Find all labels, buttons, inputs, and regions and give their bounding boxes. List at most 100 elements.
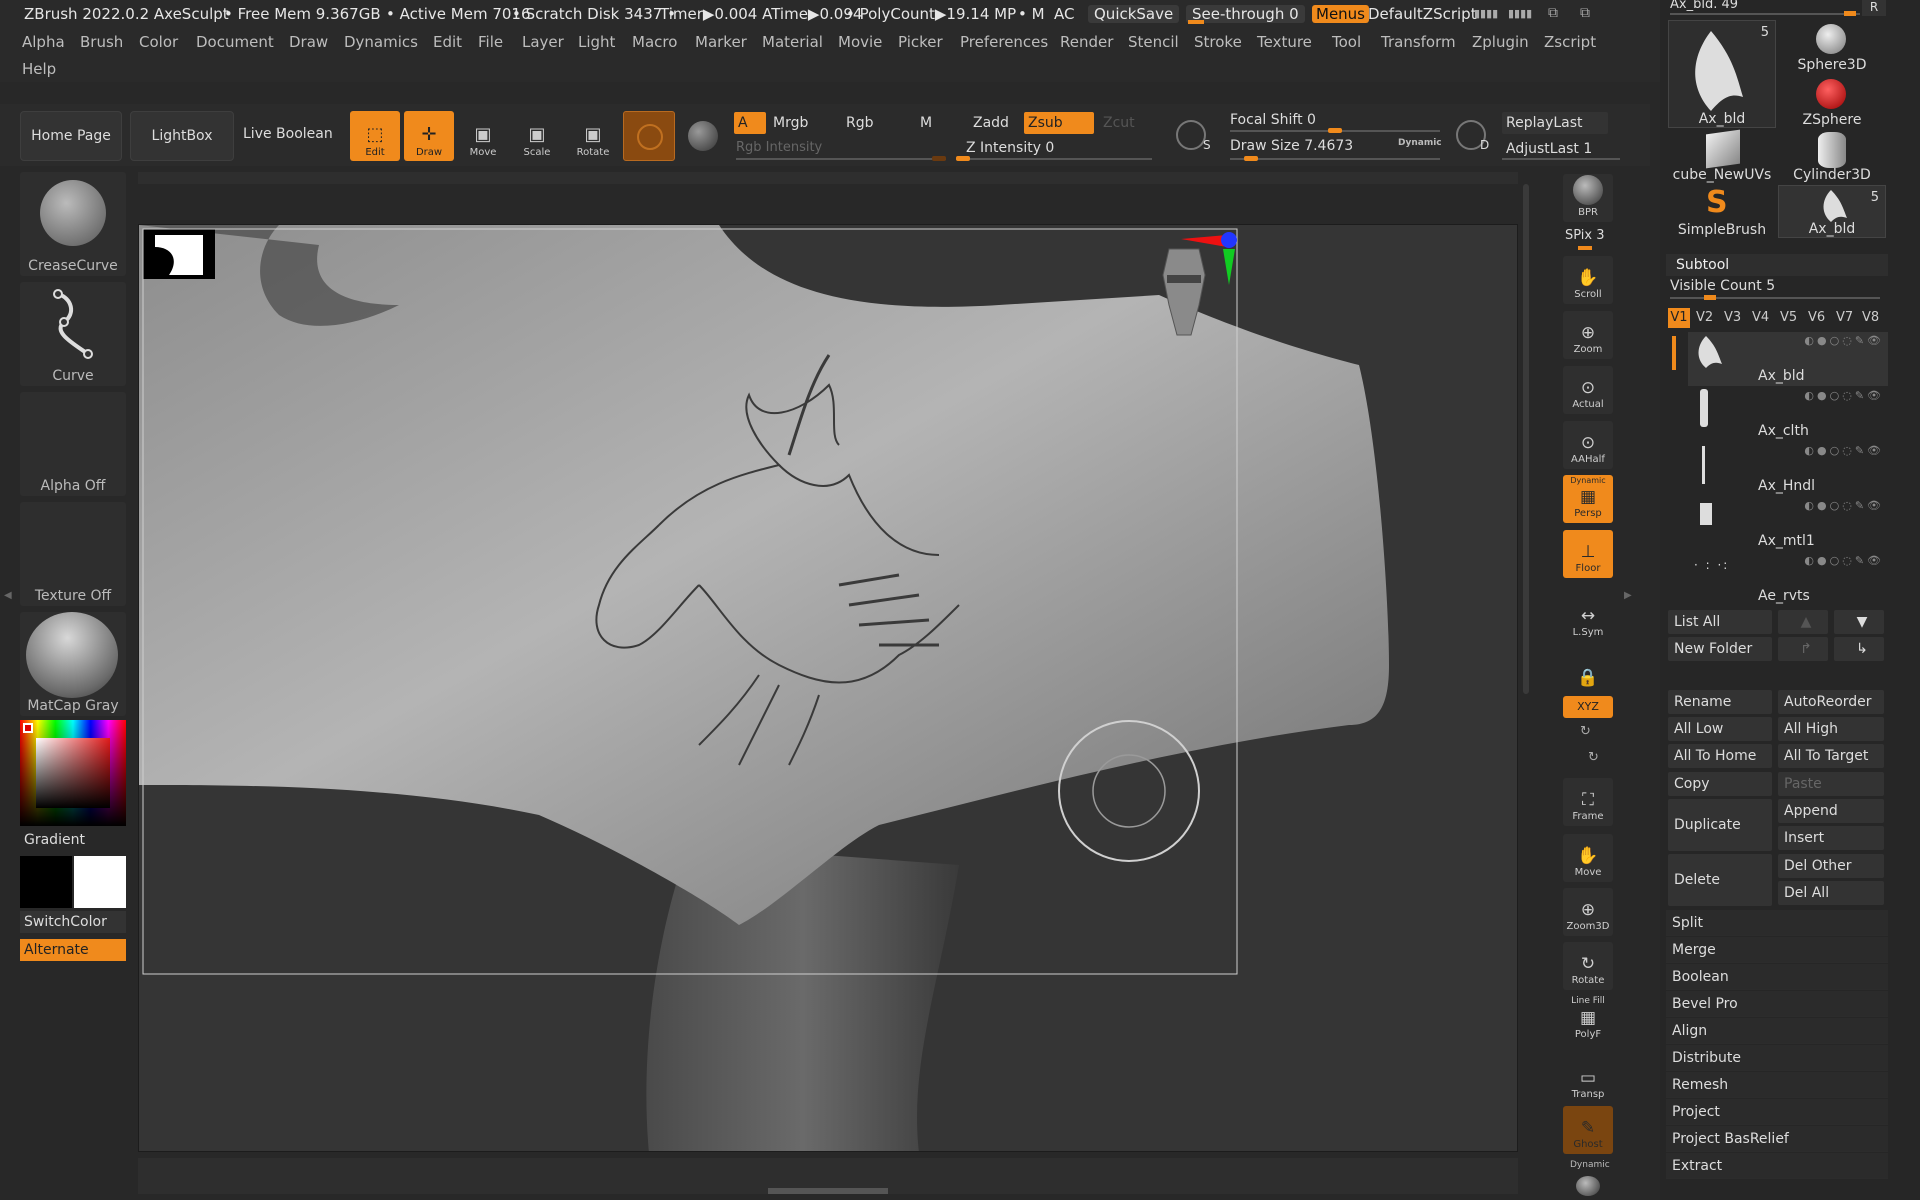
menu-edit[interactable]: Edit bbox=[433, 33, 462, 51]
version-v2[interactable]: V2 bbox=[1696, 310, 1713, 325]
visibility-toggles-icon[interactable]: ◐●○◌✎👁 bbox=[1804, 389, 1884, 402]
handle-icon[interactable]: ▮▮▮▮ bbox=[1508, 7, 1532, 20]
menu-help[interactable]: Help bbox=[22, 60, 56, 78]
insert-button[interactable]: Insert bbox=[1778, 826, 1884, 850]
rgb-toggle[interactable]: Rgb bbox=[846, 115, 874, 131]
z-intensity-track[interactable] bbox=[956, 158, 1152, 160]
ax-bld-slider[interactable]: Ax_bld. 49 bbox=[1670, 0, 1860, 14]
subtool-item[interactable]: ◐●○◌✎👁 Ax_bld bbox=[1688, 332, 1888, 386]
version-v7[interactable]: V7 bbox=[1836, 310, 1853, 325]
material-swatch[interactable] bbox=[623, 111, 675, 161]
rotate-button[interactable]: ▣ Rotate bbox=[568, 111, 618, 161]
see-through-knob[interactable] bbox=[1188, 20, 1204, 24]
visibility-toggles-icon[interactable]: ◐●○◌✎👁 bbox=[1804, 499, 1884, 512]
visibility-toggles-icon[interactable]: ◐●○◌✎👁 bbox=[1804, 444, 1884, 457]
default-zscript-button[interactable]: DefaultZScript bbox=[1368, 5, 1477, 23]
tool-thumb-ax-bld-active[interactable]: 5 Ax_bld bbox=[1778, 185, 1886, 238]
all-high-button[interactable]: All High bbox=[1778, 717, 1884, 741]
dynamic-toggle[interactable]: Dynamic bbox=[1398, 138, 1442, 148]
edit-button[interactable]: ⬚ Edit bbox=[350, 111, 400, 161]
visible-count-track[interactable] bbox=[1670, 297, 1880, 299]
version-v3[interactable]: V3 bbox=[1724, 310, 1741, 325]
paste-button[interactable]: Paste bbox=[1778, 772, 1884, 796]
mrgb-toggle[interactable]: Mrgb bbox=[773, 115, 808, 131]
solo-sphere-icon[interactable] bbox=[1576, 1176, 1600, 1196]
distribute-section[interactable]: Distribute bbox=[1666, 1045, 1888, 1071]
bottom-shelf-handle[interactable] bbox=[768, 1188, 888, 1194]
folder-down-icon[interactable]: ↳ bbox=[1834, 637, 1884, 661]
switch-color-button[interactable]: SwitchColor bbox=[20, 911, 126, 933]
focal-shift-slider[interactable]: Focal Shift 0 bbox=[1230, 112, 1316, 128]
ac-button[interactable]: AC bbox=[1054, 5, 1074, 23]
draw-size-slider[interactable]: Draw Size 7.4673 bbox=[1230, 138, 1353, 154]
transp-button[interactable]: ▭ Transp bbox=[1563, 1056, 1613, 1104]
version-v1[interactable]: V1 bbox=[1668, 308, 1690, 328]
zadd-toggle[interactable]: Zadd bbox=[973, 115, 1009, 131]
ax-bld-track[interactable] bbox=[1670, 13, 1860, 15]
lazy-mouse-icon[interactable] bbox=[1176, 120, 1206, 150]
subtool-item[interactable]: ◐●○◌✎👁 Ax_clth bbox=[1688, 387, 1888, 441]
tool-thumb-zsphere[interactable]: ZSphere bbox=[1778, 75, 1886, 128]
scale-button[interactable]: ▣ Scale bbox=[512, 111, 562, 161]
live-boolean-button[interactable]: Live Boolean bbox=[243, 126, 333, 142]
tool-thumb-sphere3d[interactable]: Sphere3D bbox=[1778, 20, 1886, 73]
xyz-button[interactable]: XYZ bbox=[1563, 696, 1613, 718]
layout-icon[interactable]: ⧉ bbox=[1580, 5, 1590, 21]
menu-stroke[interactable]: Stroke bbox=[1194, 33, 1242, 51]
menu-color[interactable]: Color bbox=[139, 33, 178, 51]
draw-size-knob[interactable] bbox=[1244, 156, 1258, 161]
del-all-button[interactable]: Del All bbox=[1778, 881, 1884, 905]
persp-button[interactable]: Dynamic ▦ Persp bbox=[1563, 475, 1613, 523]
menu-dynamics[interactable]: Dynamics bbox=[344, 33, 418, 51]
lock-button[interactable]: 🔒 bbox=[1563, 645, 1613, 693]
menu-file[interactable]: File bbox=[478, 33, 503, 51]
menu-marker[interactable]: Marker bbox=[695, 33, 747, 51]
aahalf-button[interactable]: ⊙ AAHalf bbox=[1563, 421, 1613, 469]
menu-tool[interactable]: Tool bbox=[1332, 33, 1361, 51]
visibility-toggles-icon[interactable]: ◐●○◌✎👁 bbox=[1804, 554, 1884, 567]
extract-section[interactable]: Extract bbox=[1666, 1153, 1888, 1179]
d-toggle[interactable]: D bbox=[1480, 138, 1489, 152]
menu-picker[interactable]: Picker bbox=[898, 33, 943, 51]
collapse-left-icon[interactable]: ◀ bbox=[4, 590, 12, 601]
rgb-intensity-slider[interactable]: Rgb Intensity bbox=[736, 140, 822, 155]
menu-draw[interactable]: Draw bbox=[289, 33, 328, 51]
collapse-right-icon[interactable]: ▶ bbox=[1624, 590, 1632, 601]
scroll-button[interactable]: ✋ Scroll bbox=[1563, 256, 1613, 304]
spix-slider[interactable]: SPix 3 bbox=[1565, 228, 1605, 243]
tool-thumb-cube-newuvs[interactable]: cube_NewUVs bbox=[1668, 129, 1776, 183]
menu-preferences[interactable]: Preferences bbox=[960, 33, 1048, 51]
a-toggle[interactable]: A bbox=[734, 112, 766, 134]
rotate-z-icon[interactable]: ↻ bbox=[1588, 750, 1599, 765]
rgb-intensity-track[interactable] bbox=[736, 158, 946, 160]
tool-thumb-ax-bld[interactable]: 5 Ax_bld bbox=[1668, 20, 1776, 128]
gradient-toggle[interactable]: Gradient bbox=[24, 832, 85, 848]
menu-zscript[interactable]: Zscript bbox=[1544, 33, 1596, 51]
rotate-y-icon[interactable]: ↻ bbox=[1580, 724, 1591, 739]
move-button[interactable]: ▣ Move bbox=[458, 111, 508, 161]
list-all-button[interactable]: List All bbox=[1668, 610, 1772, 634]
menu-stencil[interactable]: Stencil bbox=[1128, 33, 1179, 51]
main-color-swatch[interactable] bbox=[20, 856, 72, 908]
adjust-last-slider[interactable]: AdjustLast 1 bbox=[1502, 138, 1620, 160]
draw-size-track[interactable] bbox=[1230, 158, 1440, 160]
move-down-icon[interactable]: ▼ bbox=[1834, 610, 1884, 634]
home-page-button[interactable]: Home Page bbox=[20, 111, 122, 161]
curve-stroke[interactable]: Curve bbox=[20, 282, 126, 386]
m-toggle[interactable]: M bbox=[920, 115, 932, 131]
rename-button[interactable]: Rename bbox=[1668, 690, 1772, 714]
zoom3d-button[interactable]: ⊕ Zoom3D bbox=[1563, 888, 1613, 936]
auto-reorder-button[interactable]: AutoReorder bbox=[1778, 690, 1884, 714]
version-v4[interactable]: V4 bbox=[1752, 310, 1769, 325]
bevel-pro-section[interactable]: Bevel Pro bbox=[1666, 991, 1888, 1017]
zoom-button[interactable]: ⊕ Zoom bbox=[1563, 311, 1613, 359]
color-picker-square[interactable] bbox=[36, 738, 110, 808]
menu-material[interactable]: Material bbox=[762, 33, 823, 51]
r-button[interactable]: R bbox=[1862, 0, 1886, 16]
subtool-header[interactable]: Subtool bbox=[1666, 254, 1888, 276]
menu-transform[interactable]: Transform bbox=[1381, 33, 1456, 51]
zcut-toggle[interactable]: Zcut bbox=[1103, 115, 1135, 131]
menu-texture[interactable]: Texture bbox=[1257, 33, 1312, 51]
menus-toggle[interactable]: Menus bbox=[1312, 5, 1369, 23]
merge-section[interactable]: Merge bbox=[1666, 937, 1888, 963]
